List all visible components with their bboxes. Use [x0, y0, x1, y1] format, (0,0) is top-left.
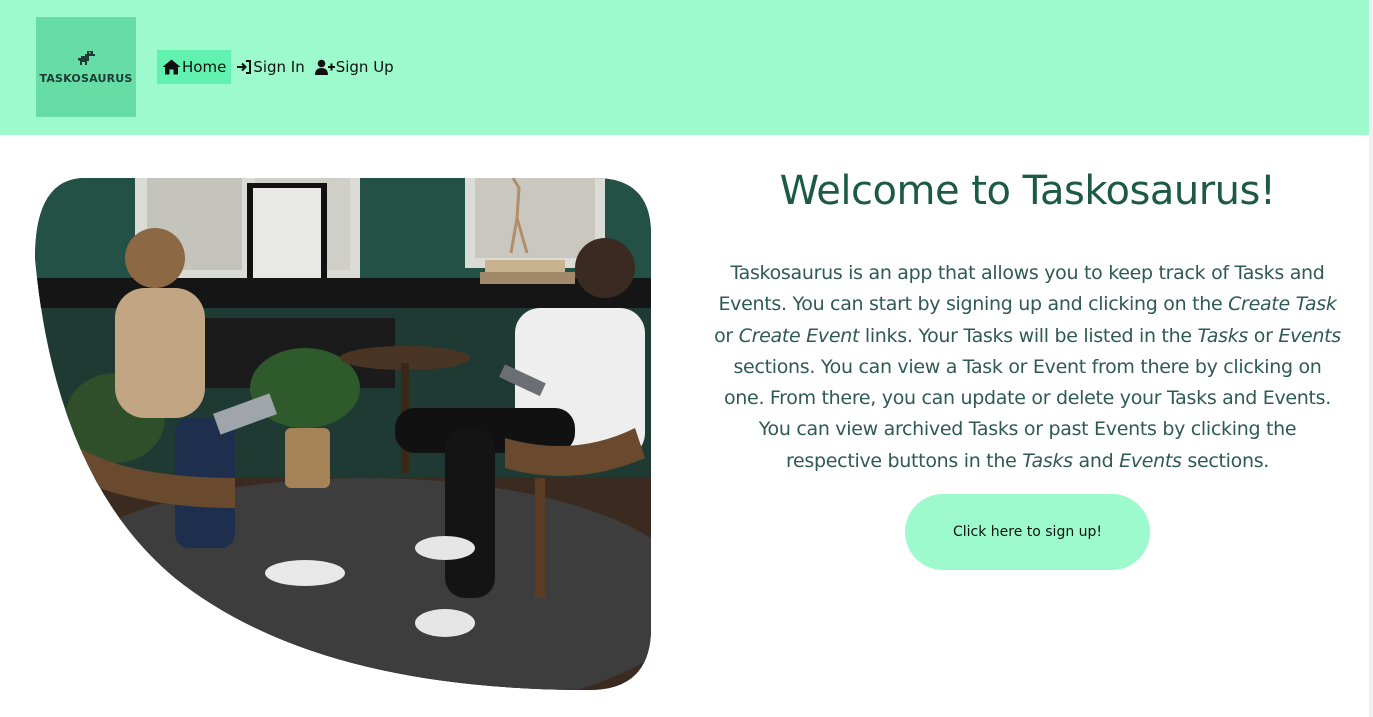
logo[interactable]: TASKOSAURUS	[36, 17, 136, 117]
user-plus-icon	[314, 59, 335, 75]
page-title: Welcome to Taskosaurus!	[779, 168, 1276, 214]
scrollbar[interactable]	[1369, 0, 1373, 717]
intro-text: or	[714, 324, 739, 347]
intro-text: or	[1248, 324, 1279, 347]
intro-emphasis: Events	[1119, 449, 1182, 472]
home-icon	[162, 59, 181, 75]
intro-emphasis: Events	[1278, 324, 1341, 347]
intro-emphasis: Tasks	[1197, 324, 1249, 347]
nav-sign-up[interactable]: Sign Up	[310, 50, 399, 84]
intro-text: sections.	[1181, 449, 1270, 472]
page: TASKOSAURUS Home Sign In Sign Up Welcome…	[0, 0, 1373, 717]
nav-sign-in[interactable]: Sign In	[231, 50, 309, 84]
nav-home[interactable]: Home	[157, 50, 232, 84]
sign-in-icon	[236, 59, 252, 75]
intro-emphasis: Create Event	[738, 324, 860, 347]
main-nav: Home Sign In Sign Up	[157, 50, 399, 84]
nav-sign-in-label: Sign In	[253, 58, 305, 76]
intro-paragraph: Taskosaurus is an app that allows you to…	[713, 258, 1343, 477]
hero-image	[35, 178, 651, 690]
nav-sign-up-label: Sign Up	[335, 58, 394, 76]
welcome-section: Welcome to Taskosaurus! Taskosaurus is a…	[700, 160, 1355, 571]
intro-text: and	[1072, 449, 1120, 472]
intro-text: links. Your Tasks will be listed in the	[859, 324, 1198, 347]
nav-home-label: Home	[182, 58, 227, 76]
site-header: TASKOSAURUS Home Sign In Sign Up	[0, 0, 1369, 135]
logo-text: TASKOSAURUS	[39, 71, 133, 85]
sign-up-button[interactable]: Click here to sign up!	[905, 494, 1150, 571]
dinosaur-icon	[78, 50, 95, 65]
intro-emphasis: Create Task	[1228, 293, 1337, 316]
intro-emphasis: Tasks	[1022, 449, 1073, 472]
hero-photo	[35, 178, 651, 690]
